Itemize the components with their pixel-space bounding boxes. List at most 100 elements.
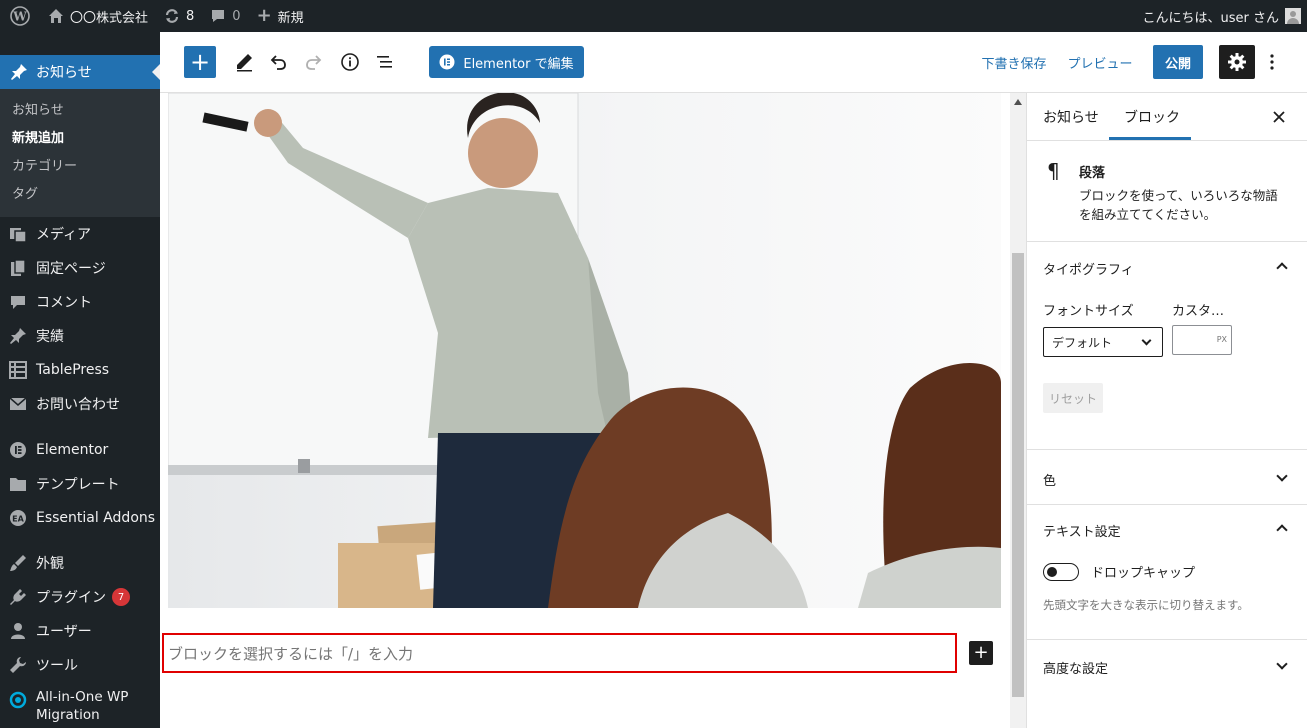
toggle-knob — [1047, 566, 1057, 577]
list-view-icon — [377, 56, 392, 68]
submenu-item-tags[interactable]: タグ — [0, 181, 160, 209]
migration-icon — [8, 690, 28, 710]
new-label: 新規 — [277, 10, 304, 26]
greeting: こんにちは、user さん — [1142, 10, 1280, 26]
options-menu-button[interactable] — [1260, 46, 1284, 78]
page-icon — [8, 258, 28, 278]
mail-icon — [8, 394, 28, 414]
gear-icon — [1228, 53, 1246, 71]
block-inserter-button[interactable]: + — [184, 46, 216, 78]
sidebar-item-media[interactable]: メディア — [0, 217, 160, 251]
preview-button[interactable]: プレビュー — [1064, 46, 1136, 78]
block-title: 段落 — [1079, 166, 1106, 181]
scroll-up-arrow[interactable] — [1014, 99, 1022, 105]
color-panel[interactable]: 色 — [1027, 449, 1307, 504]
reset-button[interactable]: リセット — [1043, 383, 1103, 413]
text-settings-title: テキスト設定 — [1043, 525, 1121, 540]
plugin-update-badge: 7 — [112, 588, 130, 606]
drop-cap-toggle[interactable] — [1043, 563, 1079, 581]
block-description: ブロックを使って、いろいろな物語 を組み立ててください。 — [1079, 188, 1278, 222]
sidebar-item-migration[interactable]: All-in-One WP Migration — [0, 688, 160, 728]
my-account-menu[interactable]: こんにちは、user さん — [1143, 7, 1307, 26]
sidebar-item-comments[interactable]: コメント — [0, 285, 160, 319]
sidebar-item-tools[interactable]: ツール — [0, 648, 160, 682]
undo-icon — [270, 55, 286, 70]
redo-button[interactable] — [298, 46, 330, 78]
details-button[interactable] — [334, 46, 366, 78]
brush-icon — [8, 553, 28, 573]
avatar — [1285, 8, 1301, 24]
wordpress-icon: W — [10, 6, 30, 26]
updates-count: 8 — [186, 8, 195, 24]
settings-button[interactable] — [1219, 45, 1255, 79]
editor-canvas: ブロックを選択するには「/」を入力 + — [160, 93, 1010, 728]
sidebar-item-label: プラグイン — [36, 590, 106, 606]
font-size-select[interactable]: デフォルト — [1043, 327, 1163, 357]
text-settings-toggle[interactable]: テキスト設定 — [1027, 505, 1307, 553]
advanced-panel[interactable]: 高度な設定 — [1027, 639, 1307, 728]
tab-post[interactable]: お知らせ — [1043, 107, 1099, 127]
user-icon — [8, 621, 28, 641]
typography-toggle[interactable]: タイポグラフィ — [1027, 242, 1307, 292]
sidebar-item-news[interactable]: お知らせ — [0, 55, 160, 89]
save-draft-button[interactable]: 下書き保存 — [978, 46, 1050, 78]
plus-icon: + — [256, 5, 272, 26]
elementor-button-label: Elementor で編集 — [463, 56, 574, 72]
chevron-down-icon — [1276, 470, 1288, 482]
custom-size-input[interactable]: PX — [1172, 325, 1232, 355]
color-title: 色 — [1043, 474, 1057, 489]
sidebar-item-appearance[interactable]: 外観 — [0, 546, 160, 580]
wp-logo-menu[interactable]: W — [0, 0, 40, 32]
sidebar-item-templates[interactable]: テンプレート — [0, 467, 160, 501]
paragraph-icon: ¶ — [1047, 159, 1060, 183]
sidebar-item-label: Essential Addons — [36, 510, 156, 526]
featured-image[interactable] — [168, 93, 1001, 608]
sidebar-item-label: 実績 — [36, 329, 64, 345]
sidebar-item-pages[interactable]: 固定ページ — [0, 251, 160, 285]
comments-menu[interactable]: 0 — [202, 0, 248, 32]
close-settings-button[interactable] — [1267, 105, 1291, 129]
sidebar-item-label: 外観 — [36, 556, 64, 572]
block-card: ¶ 段落 ブロックを使って、いろいろな物語 を組み立ててください。 — [1027, 140, 1307, 242]
submenu-item-all-news[interactable]: お知らせ — [0, 97, 160, 125]
sidebar-submenu: お知らせ 新規追加 カテゴリー タグ — [0, 89, 160, 217]
tab-block[interactable]: ブロック — [1124, 107, 1180, 127]
sidebar-item-elementor[interactable]: Elementor — [0, 433, 160, 467]
custom-size-label: カスタ… — [1172, 304, 1225, 319]
redo-icon — [306, 55, 322, 70]
submenu-item-add-new[interactable]: 新規追加 — [0, 125, 160, 153]
sidebar-item-tablepress[interactable]: TablePress — [0, 353, 160, 387]
paragraph-block[interactable]: ブロックを選択するには「/」を入力 — [162, 633, 957, 673]
new-content-menu[interactable]: + 新規 — [249, 0, 312, 32]
drop-cap-help: 先頭文字を大きな表示に切り替えます。 — [1043, 598, 1249, 612]
drop-cap-label: ドロップキャップ — [1091, 566, 1196, 581]
tools-button[interactable] — [228, 46, 260, 78]
sidebar-item-label: ツール — [36, 658, 78, 674]
edit-with-elementor-button[interactable]: Elementor で編集 — [429, 46, 584, 78]
site-name-menu[interactable]: 〇〇株式会社 — [40, 0, 156, 32]
comment-icon — [8, 292, 28, 312]
undo-button[interactable] — [262, 46, 294, 78]
scrollbar-thumb[interactable] — [1012, 253, 1024, 697]
sidebar-item-label: お問い合わせ — [36, 397, 120, 413]
publish-button[interactable]: 公開 — [1153, 45, 1203, 79]
sidebar-item-contact[interactable]: お問い合わせ — [0, 387, 160, 421]
sidebar-item-plugins[interactable]: プラグイン 7 — [0, 580, 160, 614]
sidebar-item-users[interactable]: ユーザー — [0, 614, 160, 648]
list-view-button[interactable] — [369, 46, 401, 78]
sidebar-item-essential-addons[interactable]: EA Essential Addons — [0, 501, 160, 535]
submenu-item-categories[interactable]: カテゴリー — [0, 153, 160, 181]
plus-icon: + — [189, 48, 211, 76]
text-settings-panel: テキスト設定 ドロップキャップ 先頭文字を大きな表示に切り替えます。 — [1027, 504, 1307, 639]
updates-menu[interactable]: 8 — [156, 0, 202, 32]
sidebar-item-label: TablePress — [36, 362, 110, 378]
sidebar-item-label: 固定ページ — [36, 261, 106, 277]
canvas-scrollbar[interactable] — [1010, 93, 1026, 728]
admin-bar: W 〇〇株式会社 8 0 + 新規 こんにちは、user さん — [0, 0, 1307, 32]
inline-block-inserter-button[interactable]: + — [969, 641, 993, 665]
sidebar-item-works[interactable]: 実績 — [0, 319, 160, 353]
sidebar-item-label: コメント — [36, 295, 92, 311]
sidebar-item-label: お知らせ — [36, 65, 92, 81]
editor-toolbar: + Elementor で編集 下書き保存 プレビュー 公開 — [160, 32, 1307, 93]
font-size-label: フォントサイズ — [1043, 304, 1134, 319]
